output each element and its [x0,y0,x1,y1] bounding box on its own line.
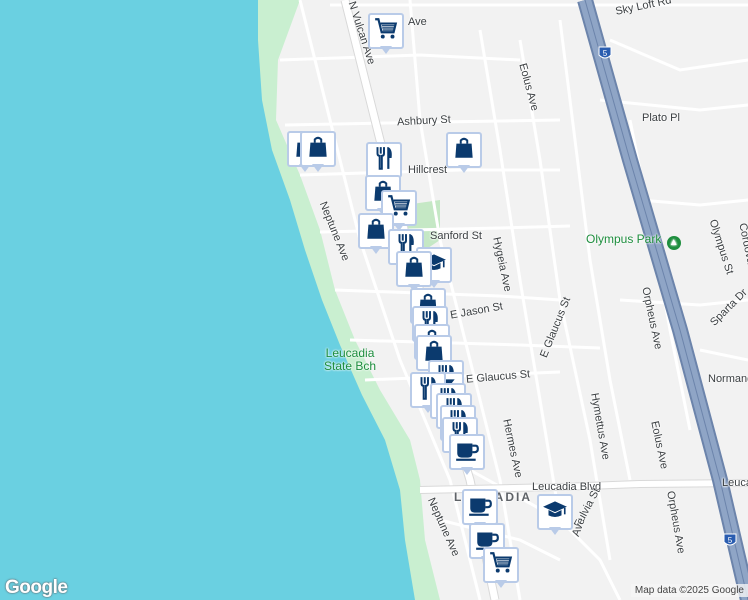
park-label-olympus: Olympus Park ▲ [586,233,681,250]
street-label: Hillcrest [408,164,448,176]
restaurant-icon [371,145,397,176]
park-label-leucadia-beach: Leucadia State Bch [324,346,377,373]
coffee-icon [454,437,480,468]
svg-text:5: 5 [603,49,608,58]
street-label: Normand [708,373,748,385]
poi-marker-shopping-bag[interactable] [446,132,482,176]
school-icon [542,497,568,528]
google-logo: Google [5,577,68,598]
highway-shield-i5-south: 5 [723,533,737,548]
coffee-icon [467,492,493,523]
street-label: Leuca [722,477,748,489]
park-tree-icon: ▲ [666,236,681,250]
poi-marker-cart[interactable] [483,547,519,591]
shopping-bag-icon [401,254,427,285]
street-label: Sanford St [430,230,482,242]
street-label: Ave [408,16,427,28]
street-label: Plato Pl [642,112,680,124]
highway-shield-i5-north: 5 [598,46,612,61]
poi-marker-coffee[interactable] [449,434,485,478]
cart-icon [373,16,399,47]
shopping-bag-icon [305,134,331,165]
poi-marker-cart[interactable] [368,13,404,57]
shopping-bag-icon [363,216,389,247]
cart-icon [488,550,514,581]
svg-text:5: 5 [728,536,733,545]
poi-marker-shopping-bag[interactable] [300,131,336,175]
map-canvas[interactable] [0,0,748,600]
map-attribution: Map data ©2025 Google [630,584,748,597]
shopping-bag-icon [451,135,477,166]
poi-marker-school[interactable] [537,494,573,538]
